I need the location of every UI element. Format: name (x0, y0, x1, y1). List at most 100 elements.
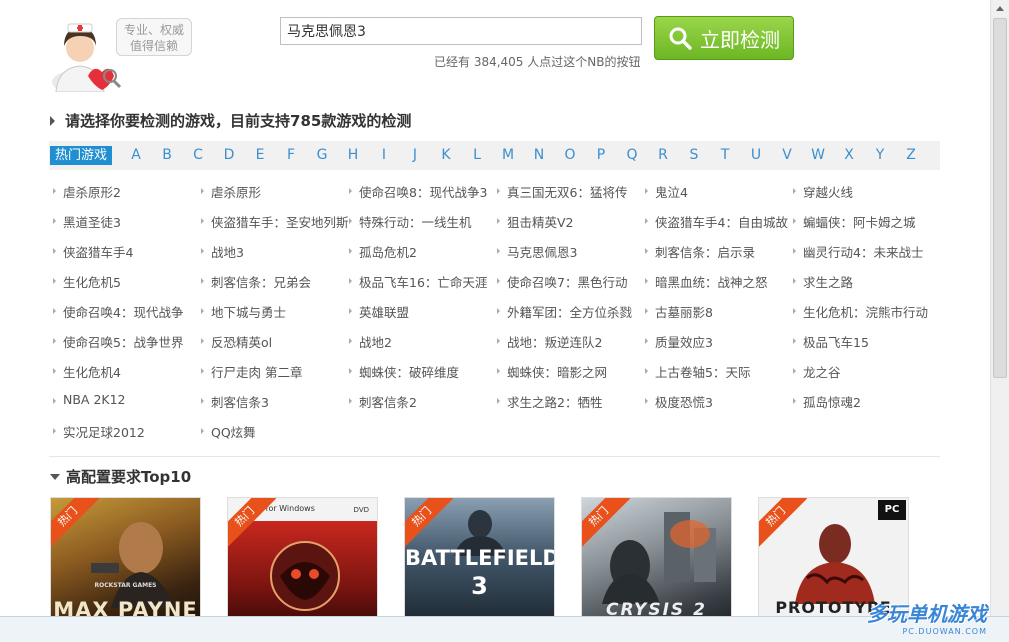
game-link[interactable]: 刺客信条：兄弟会 (201, 272, 311, 291)
game-link[interactable]: 狙击精英V2 (497, 212, 574, 231)
letter-filter-q[interactable]: Q (622, 147, 642, 163)
game-link[interactable]: 龙之谷 (793, 362, 841, 381)
game-link[interactable]: 侠盗猎车手4：自由城故 (645, 212, 788, 231)
game-link[interactable]: NBA 2K12 (53, 392, 126, 407)
game-link[interactable]: 特殊行动：一线生机 (349, 212, 472, 231)
letter-filter-u[interactable]: U (746, 147, 766, 163)
game-link[interactable]: 质量效应3 (645, 332, 713, 351)
letter-filter-d[interactable]: D (219, 147, 239, 163)
game-link[interactable]: 蜘蛛侠：破碎维度 (349, 362, 459, 381)
slogan-line2: 值得信赖 (129, 39, 178, 53)
game-link[interactable]: 生化危机：浣熊市行动 (793, 302, 928, 321)
game-link[interactable]: 使命召唤8：现代战争3 (349, 182, 487, 201)
game-link[interactable]: 暗黑血统：战神之怒 (645, 272, 768, 291)
game-search-input[interactable] (280, 17, 642, 45)
cover-art-city (602, 512, 716, 604)
letter-filter-l[interactable]: L (467, 147, 487, 163)
detect-button-label: 立即检测 (700, 27, 780, 52)
game-link[interactable]: 极品飞车16：亡命天涯 (349, 272, 487, 291)
letter-filter-n[interactable]: N (529, 147, 549, 163)
letter-filter-a[interactable]: A (126, 147, 146, 163)
game-link[interactable]: 实况足球2012 (53, 422, 145, 441)
vertical-scrollbar[interactable] (990, 0, 1009, 641)
game-link[interactable]: 刺客信条3 (201, 392, 269, 411)
scroll-thumb[interactable] (993, 18, 1007, 378)
game-link[interactable]: 极度恐慌3 (645, 392, 713, 411)
game-link[interactable]: 真三国无双6：猛将传 (497, 182, 627, 201)
letter-filter-i[interactable]: I (374, 147, 394, 163)
game-link[interactable]: 战地2 (349, 332, 392, 351)
letter-filter-o[interactable]: O (560, 147, 580, 163)
letter-filter-g[interactable]: G (312, 147, 332, 163)
letter-filter-c[interactable]: C (188, 147, 208, 163)
slogan-line1: 专业、权威 (123, 23, 184, 37)
game-link[interactable]: 战地：叛逆连队2 (497, 332, 602, 351)
top10-card-max-payne-3[interactable]: ROCKSTAR GAMES MAX PAYNE 3 热门 (50, 497, 201, 627)
detect-button[interactable]: 立即检测 (654, 16, 794, 60)
site-watermark: 多玩单机游戏 PC.DUOWAN.COM (867, 598, 987, 636)
letter-filter-t[interactable]: T (715, 147, 735, 163)
game-link[interactable]: 求生之路 (793, 272, 853, 291)
game-link[interactable]: 上古卷轴5：天际 (645, 362, 750, 381)
letter-filter-h[interactable]: H (343, 147, 363, 163)
game-link[interactable]: 地下城与勇士 (201, 302, 286, 321)
game-link[interactable]: 侠盗猎车手：圣安地列斯 (201, 212, 349, 231)
card1-publisher: ROCKSTAR GAMES (94, 582, 157, 589)
watermark-main: 多玩单机游戏 (867, 602, 987, 626)
game-link[interactable]: 孤岛惊魂2 (793, 392, 861, 411)
game-link[interactable]: 生化危机4 (53, 362, 121, 381)
letter-filter-z[interactable]: Z (901, 147, 921, 163)
letter-filter-j[interactable]: J (405, 147, 425, 163)
game-link[interactable]: 蜘蛛侠：暗影之网 (497, 362, 607, 381)
game-link[interactable]: 侠盗猎车手4 (53, 242, 133, 261)
top10-card-crysis-2[interactable]: CRYSIS 2 热门 (581, 497, 732, 627)
game-link[interactable]: 孤岛危机2 (349, 242, 417, 261)
slogan-bubble: 专业、权威 值得信赖 (116, 18, 192, 56)
game-link[interactable]: 外籍军团：全方位杀戮 (497, 302, 632, 321)
cover-art-hero (795, 524, 875, 604)
game-link[interactable]: 战地3 (201, 242, 244, 261)
game-link[interactable]: 刺客信条：启示录 (645, 242, 755, 261)
game-link[interactable]: 黑道圣徒3 (53, 212, 121, 231)
game-link[interactable]: 使命召唤4：现代战争 (53, 302, 183, 321)
game-link[interactable]: 蝙蝠侠：阿卡姆之城 (793, 212, 916, 231)
letter-filter-s[interactable]: S (684, 147, 704, 163)
game-link[interactable]: 古墓丽影8 (645, 302, 713, 321)
game-link[interactable]: 英雄联盟 (349, 302, 409, 321)
game-link[interactable]: 求生之路2：牺牲 (497, 392, 602, 411)
cover-art-figure (91, 522, 175, 608)
letter-filter-f[interactable]: F (281, 147, 301, 163)
top10-card-red[interactable]: es for Windows DVD 热门 (227, 497, 378, 627)
arrow-right-icon (50, 115, 55, 126)
letter-filter-b[interactable]: B (157, 147, 177, 163)
game-link[interactable]: 鬼泣4 (645, 182, 688, 201)
game-link[interactable]: 虐杀原形 (201, 182, 261, 201)
scroll-up-button[interactable] (991, 0, 1009, 17)
letter-filter-x[interactable]: X (839, 147, 859, 163)
game-link[interactable]: 反恐精英ol (201, 332, 272, 351)
status-bar (0, 616, 1009, 642)
game-link[interactable]: 使命召唤5：战争世界 (53, 332, 183, 351)
game-link[interactable]: 刺客信条2 (349, 392, 417, 411)
letter-filter-y[interactable]: Y (870, 147, 890, 163)
letter-filter-v[interactable]: V (777, 147, 797, 163)
letter-filter-w[interactable]: W (808, 147, 828, 163)
card3-title: BATTLEFIELD (405, 546, 555, 570)
letter-filter-p[interactable]: P (591, 147, 611, 163)
letter-filter-k[interactable]: K (436, 147, 456, 163)
game-link[interactable]: 穿越火线 (793, 182, 853, 201)
top10-heading-text: 高配置要求Top10 (66, 468, 192, 486)
game-link[interactable]: 极品飞车15 (793, 332, 869, 351)
game-link[interactable]: QQ炫舞 (201, 422, 256, 441)
game-link[interactable]: 使命召唤7：黑色行动 (497, 272, 627, 291)
tab-hot-games[interactable]: 热门游戏 (50, 146, 113, 165)
letter-filter-m[interactable]: M (498, 147, 518, 163)
game-link[interactable]: 幽灵行动4：未来战士 (793, 242, 923, 261)
letter-filter-r[interactable]: R (653, 147, 673, 163)
game-link[interactable]: 行尸走肉 第二章 (201, 362, 302, 381)
top10-card-battlefield-3[interactable]: BATTLEFIELD 3 热门 (404, 497, 555, 627)
game-link[interactable]: 马克思佩恩3 (497, 242, 577, 261)
game-link[interactable]: 生化危机5 (53, 272, 121, 291)
game-link[interactable]: 虐杀原形2 (53, 182, 121, 201)
letter-filter-e[interactable]: E (250, 147, 270, 163)
